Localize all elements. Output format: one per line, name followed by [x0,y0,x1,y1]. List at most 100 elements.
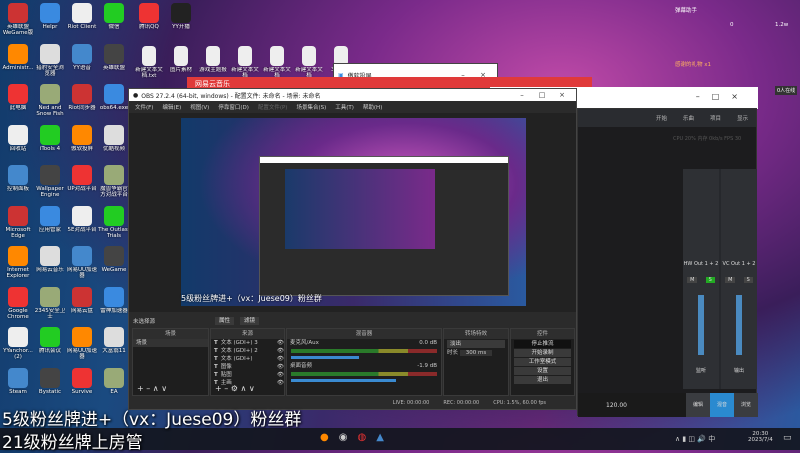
clock[interactable]: 20:30 2023/7/4 [748,431,773,443]
desktop-icon[interactable]: 英雄联盟WeGame版 [2,1,34,43]
desktop-icon[interactable]: 网易UU加速器 [66,325,98,367]
daw-window[interactable]: 开始 乐曲 项目 显示 CPU 20% 内存 0kb/s FPS 30 HW Out … [577,108,758,417]
source-item[interactable]: T 文本 (GDI+) 2 👁 [211,347,284,355]
desktop-icon[interactable]: YYanchor...(2) [2,325,34,367]
filters-button[interactable]: 滤镜 [240,317,260,325]
tempo[interactable]: 120.00 [606,402,627,409]
desktop-icon[interactable]: Bystatic [34,366,66,408]
menu-item[interactable]: 场景集合(S) [296,103,326,111]
duration-input[interactable]: 300 ms [459,350,493,356]
desktop-icon[interactable]: 傲软投屏 [66,123,98,165]
obs-window[interactable]: ● OBS 27.2.4 (64-bit, windows) - 配置文件: 未命… [128,88,577,410]
channel-fader[interactable] [698,295,704,355]
menu-item[interactable]: 配置文件(P) [258,103,288,111]
scene-item[interactable]: 场景 [133,339,208,347]
desktop-icon[interactable]: Steam [2,366,34,408]
daw-tab[interactable]: 乐曲 [683,114,694,122]
desktop-icon[interactable]: 5E对战平台 [66,204,98,246]
menu-item[interactable]: 停靠窗口(D) [218,103,249,111]
scene-add-remove-buttons[interactable]: + – ∧ ∨ [137,384,167,393]
desktop-icon[interactable]: 猎豹安全浏览器 [34,42,66,84]
desktop-icon[interactable]: YY开播 [165,1,197,43]
desktop-icon[interactable]: 网易云音乐 [34,244,66,286]
mute-button[interactable]: M [725,277,736,283]
obs-icon[interactable]: ◉ [339,432,348,443]
desktop-icon[interactable]: WeGame [98,244,130,286]
control-button[interactable]: 开始录制 [514,349,571,357]
desktop-icon[interactable]: YY语音 [66,42,98,84]
netease-icon[interactable]: ◍ [357,432,366,443]
desktop-icon[interactable]: The Outlast Trials [98,204,130,246]
close-button[interactable]: × [552,91,572,99]
desktop-icon[interactable]: 此电脑 [2,82,34,124]
control-button[interactable]: 设置 [514,367,571,375]
taskbar-apps[interactable]: ● ◉ ◍ ▲ [320,432,384,443]
desktop-icon[interactable]: Google Chrome [2,285,34,327]
desktop-icon[interactable]: 腾讯QQ [133,1,165,43]
desktop-icon[interactable]: UP对战平台 [66,163,98,205]
control-button[interactable]: 停止推流 [514,340,571,348]
eye-icon[interactable]: 👁 [277,339,284,347]
eye-icon[interactable]: 👁 [277,363,284,371]
desktop-icon[interactable]: 腾讯会议 [34,325,66,367]
desktop-icon[interactable]: 应用管家 [34,204,66,246]
eye-icon[interactable]: 👁 [277,355,284,363]
eye-icon[interactable]: 👁 [277,379,284,387]
daw-bottom-tab[interactable]: 混音 [710,393,734,417]
ime-indicator[interactable]: 中 [708,435,715,443]
desktop-icon[interactable]: Internet Explorer [2,244,34,286]
menu-item[interactable]: 视图(V) [190,103,209,111]
desktop-icon[interactable]: Wallpaper Engine [34,163,66,205]
desktop-icon[interactable]: EA [98,366,130,408]
window-controls[interactable]: –□× [696,92,750,101]
app-icon[interactable]: ▲ [376,432,384,443]
menu-item[interactable]: 编辑(E) [162,103,181,111]
desktop-icon[interactable]: Administr... [2,42,34,84]
solo-button[interactable]: S [743,277,753,283]
daw-tab[interactable]: 显示 [737,114,748,122]
desktop-icon[interactable]: obs64.exe [98,82,130,124]
control-button[interactable]: 退出 [514,376,571,384]
menu-item[interactable]: 帮助(H) [363,103,382,111]
desktop-icon[interactable]: 回收站 [2,123,34,165]
daw-tab[interactable]: 开始 [656,114,667,122]
desktop-icon[interactable]: Riot同步器 [66,82,98,124]
desktop-icon[interactable]: 英雄联盟 [98,42,130,84]
minimize-button[interactable]: – [512,91,532,99]
daw-tab[interactable]: 项目 [710,114,721,122]
channel-fader[interactable] [736,295,742,355]
desktop-icon[interactable]: 大富翁11 [98,325,130,367]
desktop-icon[interactable]: 雷神加速器 [98,285,130,327]
desktop-icon[interactable]: Riot Client [66,1,98,43]
daw-bottom-tab[interactable]: 浏览 [734,393,758,417]
solo-button[interactable]: S [705,277,715,283]
desktop-icon[interactable]: 网易云盘 [66,285,98,327]
eye-icon[interactable]: 👁 [277,347,284,355]
tray-icons[interactable]: ∧ ▮ ◫ 🔊 中 [675,434,715,444]
notification-icon[interactable]: ▭ [783,433,792,443]
desktop-icon[interactable]: Microsoft Edge [2,204,34,246]
source-item[interactable]: T 文本 (GDI+) 👁 [211,355,284,363]
control-button[interactable]: 工作室模式 [514,358,571,366]
desktop-icon[interactable]: 网易UU加速器 [66,244,98,286]
desktop-icon[interactable]: Ned and Snow Fish [34,82,66,124]
browser-icon[interactable]: ● [320,432,329,443]
mute-button[interactable]: M [687,277,698,283]
source-buttons[interactable]: + – ⚙ ∧ ∨ [215,384,255,393]
source-item[interactable]: T 文本 (GDI+) 3 👁 [211,339,284,347]
source-item[interactable]: T 图像 👁 [211,363,284,371]
menu-item[interactable]: 工具(T) [335,103,354,111]
desktop-icon[interactable]: Helpr [34,1,66,43]
transition-select[interactable]: 淡出 [447,340,505,348]
maximize-button[interactable]: □ [532,91,552,99]
daw-bottom-tab[interactable]: 编辑 [686,393,710,417]
desktop-icon[interactable]: 2345安全卫士 [34,285,66,327]
desktop-icon[interactable]: Survive [66,366,98,408]
eye-icon[interactable]: 👁 [277,371,284,379]
volume-slider[interactable] [291,379,396,382]
properties-button[interactable]: 属性 [215,317,235,325]
file-icon[interactable]: 新建文本文档.txt [133,44,165,86]
desktop-icon[interactable]: 微信 [98,1,130,43]
preview-area[interactable]: 5级粉丝牌进+（vx：Juese09）粉丝群 [129,113,576,312]
volume-slider[interactable] [291,356,359,359]
